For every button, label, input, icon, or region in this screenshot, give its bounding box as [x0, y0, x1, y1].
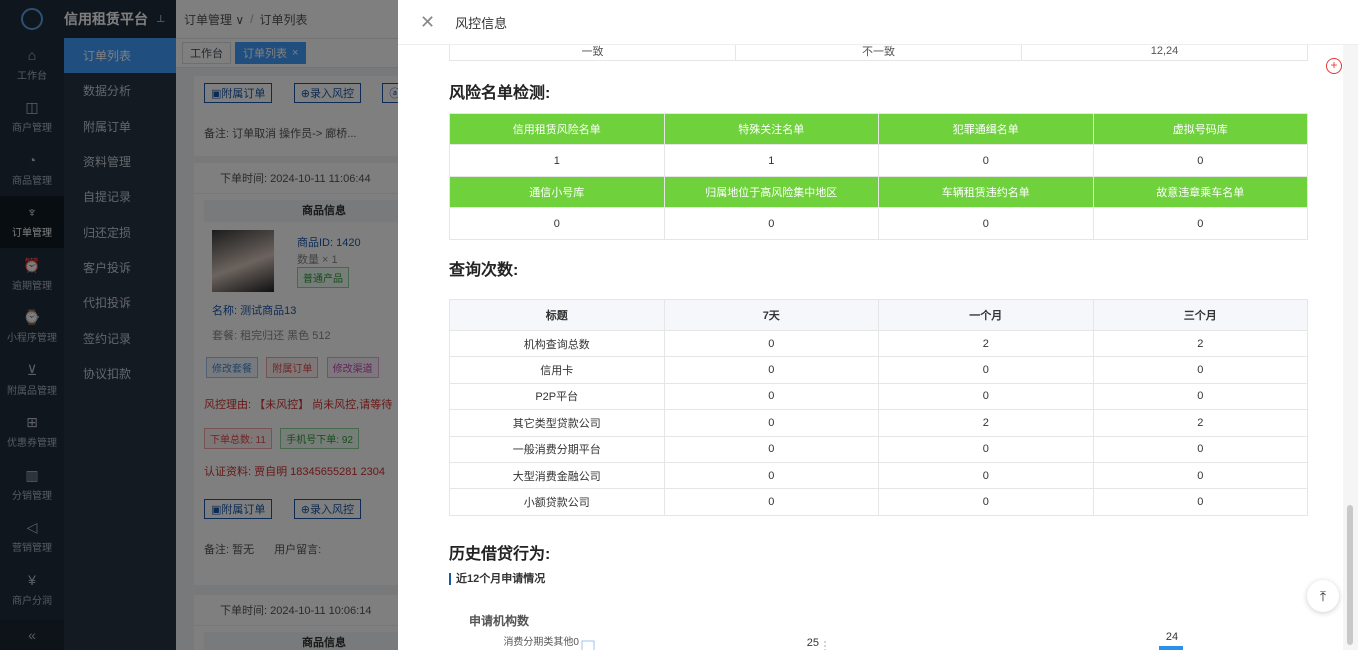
- history-chart: 消费分期类其他0 25 24: [503, 631, 1183, 650]
- column-header: 标题: [449, 299, 665, 331]
- verify-cell: 12,24: [1021, 45, 1308, 61]
- table-row: 1 1 0 0: [449, 144, 1308, 177]
- table-row: 0 0 0 0: [449, 207, 1308, 240]
- drawer-body: 一致 不一致 12,24 风险名单检测: 信用租赁风险名单 特殊关注名单 犯罪通…: [398, 45, 1343, 650]
- table-cell: 0: [1092, 435, 1308, 463]
- table-cell: 2: [1092, 409, 1308, 437]
- table-row: 机构查询总数 0 2 2: [449, 329, 1308, 358]
- history-title: 历史借贷行为:: [449, 546, 551, 563]
- table-cell: 0: [878, 144, 1094, 177]
- chart-category-label: 消费分期类其他0: [503, 635, 579, 648]
- table-row: 一致 不一致 12,24: [449, 45, 1308, 61]
- table-cell: 信用卡: [449, 356, 665, 384]
- column-header: 归属地位于高风险集中地区: [663, 176, 879, 208]
- table-cell: 0: [1092, 207, 1308, 240]
- table-cell: P2P平台: [449, 382, 665, 411]
- table-cell: 0: [663, 382, 879, 411]
- column-header: 7天: [663, 299, 879, 331]
- app-root: ⌂工作台◫商户管理◔商品管理♆订单管理⏰逾期管理⌚小程序管理⊻附属品管理⊞优惠券…: [0, 0, 1358, 650]
- table-cell: 0: [878, 488, 1094, 516]
- table-cell: 2: [878, 329, 1094, 358]
- table-cell: 0: [878, 435, 1094, 463]
- drawer-title: 风控信息: [455, 15, 508, 31]
- table-cell: 1: [663, 144, 879, 177]
- table-cell: 0: [663, 488, 879, 516]
- add-icon[interactable]: +: [1326, 58, 1342, 74]
- table-cell: 大型消费金融公司: [449, 461, 665, 490]
- table-cell: 0: [1092, 382, 1308, 411]
- table-cell: 0: [878, 461, 1094, 490]
- table-cell: 2: [878, 409, 1094, 437]
- table-cell: 0: [663, 461, 879, 490]
- table-cell: 0: [1092, 356, 1308, 384]
- table-header-row: 标题 7天 一个月 三个月: [449, 299, 1308, 331]
- arrow-up-icon: ⤒: [1319, 587, 1327, 604]
- table-header-row: 通信小号库 归属地位于高风险集中地区 车辆租赁违约名单 故意违章乘车名单: [449, 176, 1308, 208]
- chart-annotation: 24: [1166, 631, 1178, 643]
- risk-list-title: 风险名单检测:: [449, 85, 551, 102]
- table-row: P2P平台 0 0 0: [449, 382, 1308, 411]
- chart-bar: [1159, 646, 1183, 650]
- table-cell: 0: [663, 356, 879, 384]
- verify-table: 一致 不一致 12,24: [449, 45, 1308, 61]
- back-to-top-button[interactable]: ⤒: [1307, 580, 1339, 612]
- table-row: 一般消费分期平台 0 0 0: [449, 435, 1308, 463]
- table-cell: 0: [663, 409, 879, 437]
- table-cell: 小额贷款公司: [449, 488, 665, 516]
- query-count-title: 查询次数:: [449, 262, 519, 279]
- query-count-table: 标题 7天 一个月 三个月 机构查询总数 0 2 2 信用卡 0 0 0 P2P平台 0 0 0 其它类…: [449, 299, 1308, 516]
- table-cell: 一般消费分期平台: [449, 435, 665, 463]
- table-cell: 2: [1092, 329, 1308, 358]
- table-cell: 机构查询总数: [449, 329, 665, 358]
- chart-bar-outline: [581, 640, 595, 650]
- table-cell: 0: [663, 207, 879, 240]
- table-cell: 0: [878, 382, 1094, 411]
- close-icon[interactable]: ✕: [420, 12, 435, 33]
- table-cell: 0: [663, 435, 879, 463]
- table-cell: 0: [878, 207, 1094, 240]
- risk-drawer: ✕ 风控信息 一致 不一致 12,24 风险名单检测: 信用租赁风险名单 特殊关…: [398, 0, 1358, 650]
- table-cell: 其它类型贷款公司: [449, 409, 665, 437]
- table-cell: 1: [449, 144, 665, 177]
- table-cell: 0: [878, 356, 1094, 384]
- column-header: 通信小号库: [449, 176, 665, 208]
- risk-list-table: 信用租赁风险名单 特殊关注名单 犯罪通缉名单 虚拟号码库 1 1 0 0 通信小…: [449, 113, 1308, 240]
- scrollbar-thumb[interactable]: [1347, 505, 1353, 645]
- table-row: 小额贷款公司 0 0 0: [449, 488, 1308, 516]
- column-header: 车辆租赁违约名单: [878, 176, 1094, 208]
- table-cell: 0: [1092, 488, 1308, 516]
- table-header-row: 信用租赁风险名单 特殊关注名单 犯罪通缉名单 虚拟号码库: [449, 113, 1308, 145]
- drawer-scrollbar[interactable]: [1343, 45, 1358, 650]
- column-header: 故意违章乘车名单: [1092, 176, 1308, 208]
- table-cell: 0: [1092, 144, 1308, 177]
- table-cell: 0: [1092, 461, 1308, 490]
- verify-cell: 不一致: [735, 45, 1022, 61]
- table-row: 信用卡 0 0 0: [449, 356, 1308, 384]
- column-header: 三个月: [1092, 299, 1308, 331]
- column-header: 特殊关注名单: [663, 113, 879, 145]
- history-subtitle: 近12个月申请情况: [449, 573, 545, 585]
- column-header: 一个月: [878, 299, 1094, 331]
- table-cell: 0: [663, 329, 879, 358]
- table-row: 其它类型贷款公司 0 2 2: [449, 409, 1308, 437]
- drawer-mask[interactable]: [0, 0, 398, 650]
- column-header: 虚拟号码库: [1092, 113, 1308, 145]
- drawer-header: ✕ 风控信息: [398, 0, 1358, 45]
- table-cell: 0: [449, 207, 665, 240]
- column-header: 信用租赁风险名单: [449, 113, 665, 145]
- column-header: 犯罪通缉名单: [878, 113, 1094, 145]
- chart-annotation: 25: [807, 637, 819, 649]
- table-row: 大型消费金融公司 0 0 0: [449, 461, 1308, 490]
- verify-cell: 一致: [449, 45, 736, 61]
